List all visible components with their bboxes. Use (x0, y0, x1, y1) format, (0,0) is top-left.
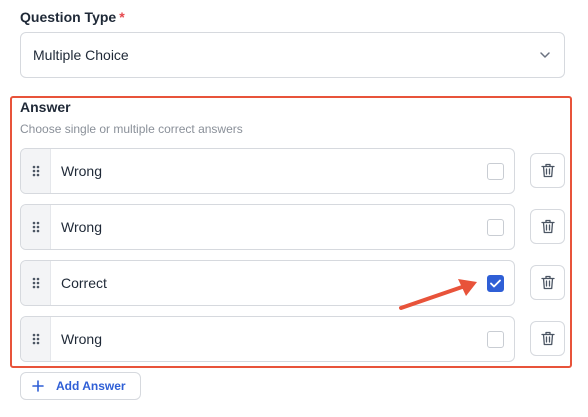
delete-answer-button[interactable] (530, 209, 565, 244)
delete-answer-button[interactable] (530, 321, 565, 356)
correct-checkbox-checked[interactable] (487, 274, 504, 292)
trash-icon (540, 275, 555, 290)
answer-option-row: Wrong (20, 316, 515, 362)
grip-dots (32, 221, 39, 233)
required-asterisk: * (119, 9, 125, 25)
answer-option-text[interactable]: Wrong (61, 163, 102, 179)
question-type-label: Question Type * (20, 9, 125, 25)
checkmark-icon (490, 279, 501, 287)
chevron-down-icon (540, 52, 550, 58)
arrow-annotation (399, 279, 477, 310)
grip-dots (32, 277, 39, 289)
grip-dots (32, 165, 39, 177)
answer-title: Answer (20, 99, 71, 115)
plus-icon (32, 380, 44, 392)
correct-checkbox[interactable] (487, 330, 504, 348)
trash-icon (540, 163, 555, 178)
question-type-select[interactable]: Multiple Choice (20, 32, 565, 78)
answer-option-row: Wrong (20, 148, 515, 194)
answer-option-text[interactable]: Wrong (61, 219, 102, 235)
trash-icon (540, 331, 555, 346)
question-type-value: Multiple Choice (33, 47, 129, 63)
correct-checkbox[interactable] (487, 218, 504, 236)
answer-option-row: Wrong (20, 204, 515, 250)
answer-option-text[interactable]: Wrong (61, 331, 102, 347)
correct-checkbox[interactable] (487, 162, 504, 180)
drag-handle-icon[interactable] (21, 261, 51, 305)
question-type-label-text: Question Type (20, 9, 117, 25)
trash-icon (540, 219, 555, 234)
delete-answer-button[interactable] (530, 153, 565, 188)
add-answer-label: Add Answer (56, 379, 126, 393)
grip-dots (32, 333, 39, 345)
drag-handle-icon[interactable] (21, 317, 51, 361)
delete-answer-button[interactable] (530, 265, 565, 300)
drag-handle-icon[interactable] (21, 149, 51, 193)
answer-subtitle: Choose single or multiple correct answer… (20, 122, 243, 136)
add-answer-button[interactable]: Add Answer (20, 372, 141, 400)
drag-handle-icon[interactable] (21, 205, 51, 249)
answer-option-text[interactable]: Correct (61, 275, 107, 291)
